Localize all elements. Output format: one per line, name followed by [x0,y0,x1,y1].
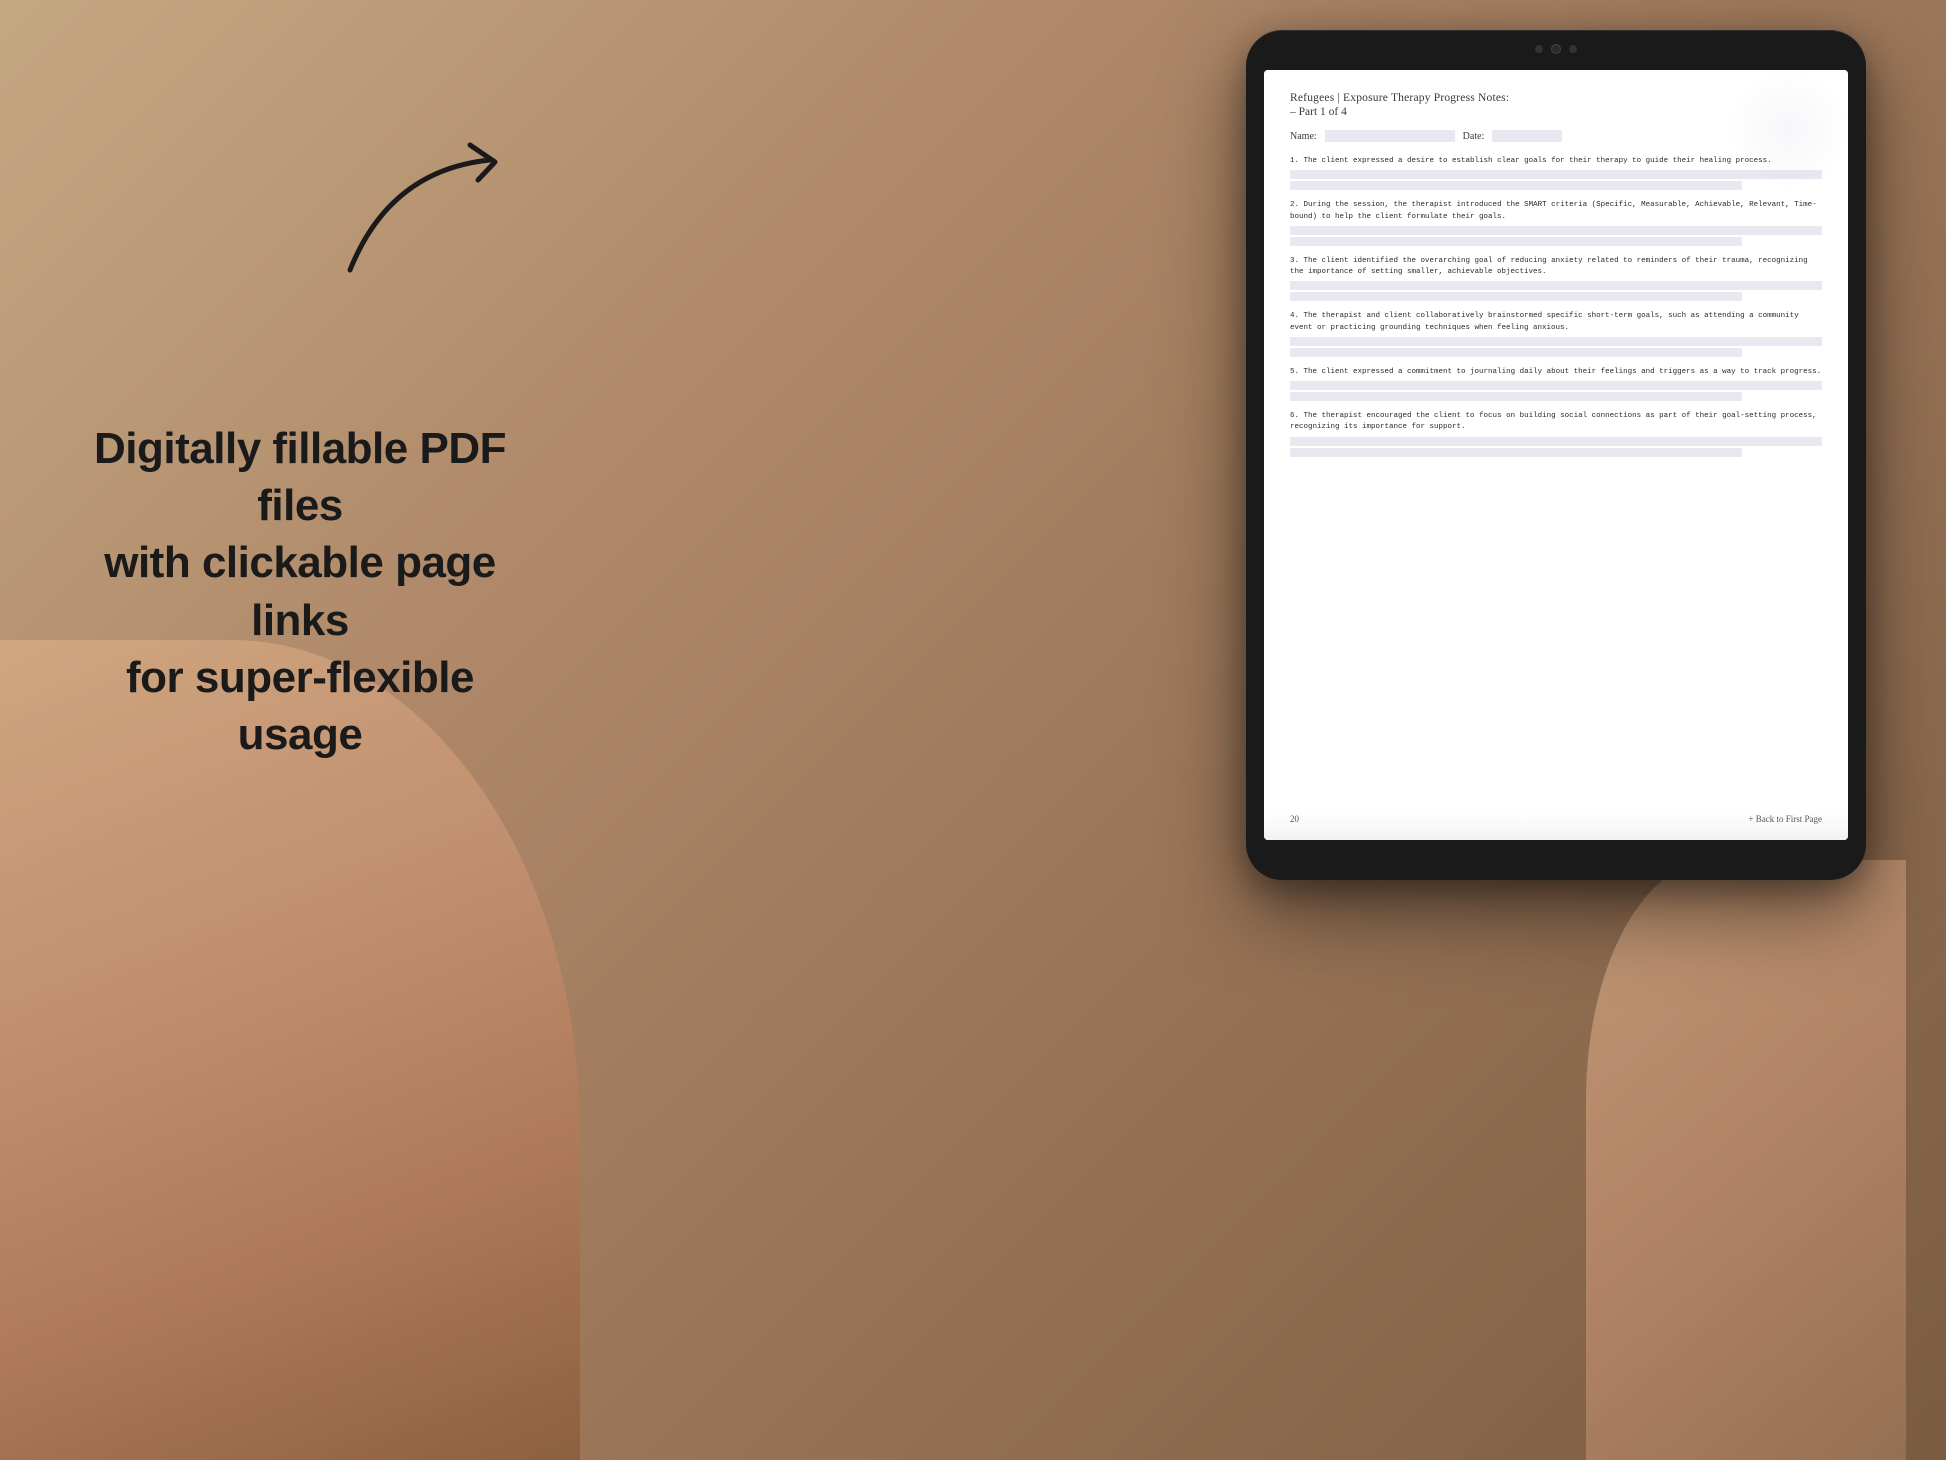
pdf-line[interactable] [1290,448,1742,457]
pdf-item-3-lines [1290,281,1822,301]
pdf-line[interactable] [1290,437,1822,446]
tablet: Refugees | Exposure Therapy Progress Not… [1246,30,1866,880]
pdf-item-4-lines [1290,337,1822,357]
left-promo-text: Digitally fillable PDF files with clicka… [60,420,540,763]
pdf-line[interactable] [1290,337,1822,346]
pdf-line[interactable] [1290,181,1742,190]
pdf-line[interactable] [1290,226,1822,235]
pdf-item-4: 4. The therapist and client collaborativ… [1290,311,1822,357]
pdf-line[interactable] [1290,292,1742,301]
sensor-camera [1551,44,1561,54]
pdf-document: Refugees | Exposure Therapy Progress Not… [1264,70,1848,840]
pdf-item-5: 5. The client expressed a commitment to … [1290,367,1822,401]
sensor-dot-left [1535,45,1543,53]
pdf-line[interactable] [1290,392,1742,401]
pdf-item-6-text: 6. The therapist encouraged the client t… [1290,411,1822,434]
promo-line2: with clickable page links [60,534,540,648]
tablet-sensors [1535,44,1577,54]
arrow-icon [330,130,550,290]
pdf-line[interactable] [1290,281,1822,290]
pdf-item-6-lines [1290,437,1822,457]
date-input-field[interactable] [1492,130,1562,142]
tablet-screen: Refugees | Exposure Therapy Progress Not… [1264,70,1848,840]
pdf-line[interactable] [1290,348,1742,357]
promo-line1: Digitally fillable PDF files [60,420,540,534]
pdf-item-5-text: 5. The client expressed a commitment to … [1290,367,1822,378]
sensor-dot-right [1569,45,1577,53]
pdf-item-3: 3. The client identified the overarching… [1290,256,1822,302]
date-label: Date: [1463,131,1485,142]
pdf-item-2-lines [1290,226,1822,246]
hand-right [1586,860,1906,1460]
pdf-item-4-text: 4. The therapist and client collaborativ… [1290,311,1822,334]
name-input-field[interactable] [1325,130,1455,142]
pdf-bottom-decoration [1264,812,1848,840]
pdf-line[interactable] [1290,237,1742,246]
pdf-item-5-lines [1290,381,1822,401]
pdf-item-2-text: 2. During the session, the therapist int… [1290,200,1822,223]
promo-line3: for super-flexible usage [60,649,540,763]
name-label: Name: [1290,131,1317,142]
pdf-item-6: 6. The therapist encouraged the client t… [1290,411,1822,457]
pdf-item-2: 2. During the session, the therapist int… [1290,200,1822,246]
pdf-item-3-text: 3. The client identified the overarching… [1290,256,1822,279]
pdf-bg-pattern [1728,70,1848,190]
pdf-line[interactable] [1290,381,1822,390]
tablet-body: Refugees | Exposure Therapy Progress Not… [1246,30,1866,880]
